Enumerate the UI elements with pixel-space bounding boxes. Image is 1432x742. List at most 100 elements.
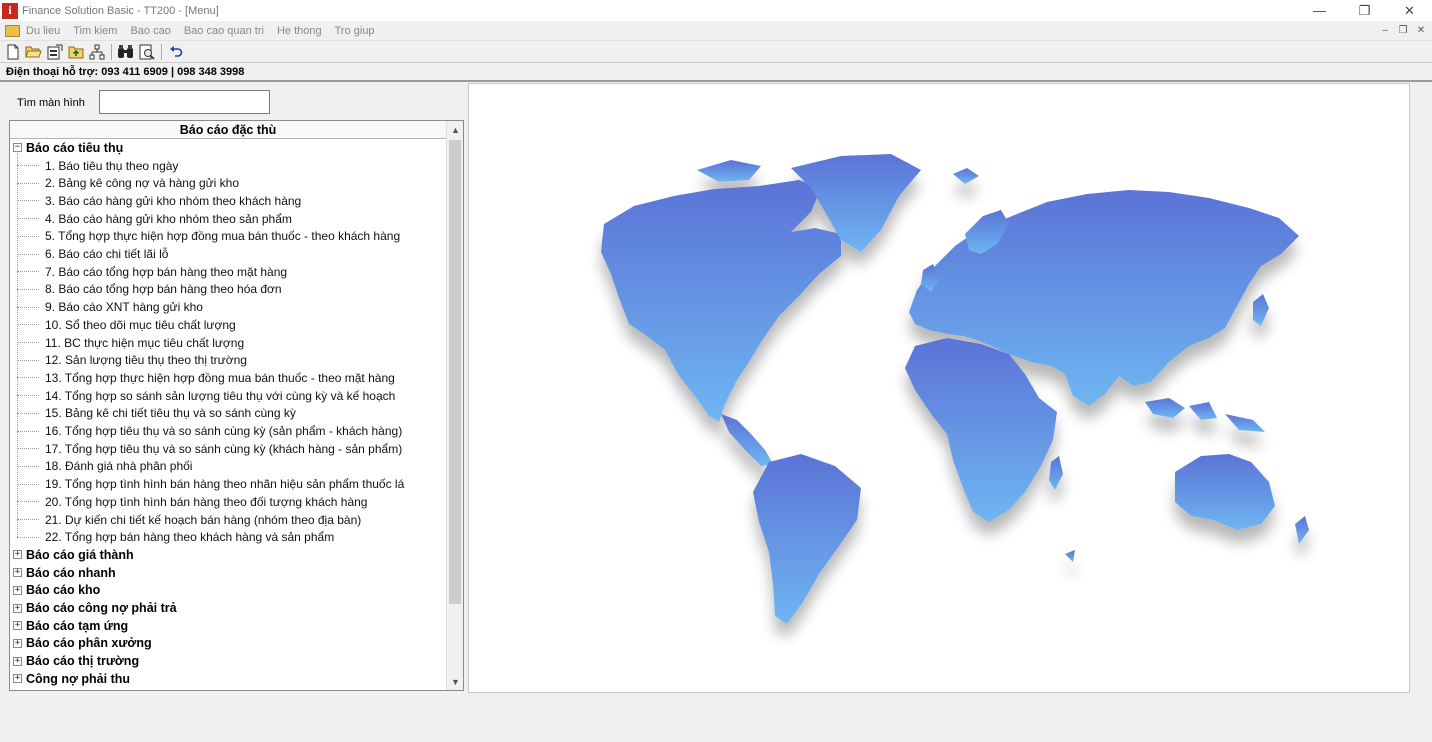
- tree-group[interactable]: + Báo cáo thị trường: [10, 652, 139, 670]
- tree-item-label: 8. Báo cáo tổng hợp bán hàng theo hóa đơ…: [45, 282, 282, 297]
- tree-connector: [17, 483, 39, 485]
- tree-item[interactable]: 14. Tổng hợp so sánh sản lượng tiêu thụ …: [10, 387, 395, 405]
- tree-connector: [17, 465, 39, 467]
- tree-item[interactable]: 22. Tổng hợp bán hàng theo khách hàng và…: [10, 528, 334, 546]
- search-input[interactable]: [99, 90, 270, 114]
- mdi-close-button[interactable]: ✕: [1414, 23, 1428, 37]
- tree-item[interactable]: 17. Tổng hợp tiêu thụ và so sánh cùng kỳ…: [10, 440, 402, 458]
- tree-group-bao-cao-tieu-thu[interactable]: − Báo cáo tiêu thụ: [10, 139, 123, 157]
- mdi-minimize-button[interactable]: –: [1378, 23, 1392, 37]
- menu-he-thong[interactable]: He thong: [277, 25, 322, 37]
- menu-bao-cao[interactable]: Bao cao: [130, 25, 170, 37]
- expander-icon[interactable]: +: [13, 674, 22, 684]
- tree-group[interactable]: + Báo cáo kho: [10, 582, 100, 600]
- menu-bao-cao-quan-tri[interactable]: Bao cao quan tri: [184, 25, 264, 37]
- tree-item-label: 20. Tổng hợp tình hình bán hàng theo đối…: [45, 494, 368, 509]
- tree-connector: [17, 235, 39, 237]
- tree-item[interactable]: 4. Báo cáo hàng gửi kho nhóm theo sản ph…: [10, 210, 292, 228]
- title-bar[interactable]: i Finance Solution Basic - TT200 - [Menu…: [0, 0, 1432, 21]
- tree-header[interactable]: Báo cáo đặc thù: [10, 121, 446, 139]
- mdi-restore-button[interactable]: ❐: [1396, 23, 1410, 37]
- divider: [0, 80, 1432, 82]
- menu-tim-kiem[interactable]: Tim kiem: [73, 25, 117, 37]
- tree-group[interactable]: + Báo cáo phân xưởng: [10, 635, 152, 653]
- expander-icon[interactable]: +: [13, 656, 22, 666]
- tree-item[interactable]: 21. Dự kiến chi tiết kế hoạch bán hàng (…: [10, 511, 361, 529]
- tree-connector: [17, 519, 39, 521]
- properties-icon[interactable]: [46, 43, 63, 60]
- tree-item[interactable]: 6. Báo cáo chi tiết lãi lỗ: [10, 245, 168, 263]
- expander-icon[interactable]: +: [13, 585, 22, 595]
- tree-item-label: 7. Báo cáo tổng hợp bán hàng theo mặt hà…: [45, 264, 288, 279]
- find-icon[interactable]: [117, 43, 134, 60]
- tree-item[interactable]: 20. Tổng hợp tình hình bán hàng theo đối…: [10, 493, 367, 511]
- expander-icon[interactable]: +: [13, 550, 22, 560]
- expander-icon[interactable]: +: [13, 603, 22, 613]
- tree-group-label: Báo cáo nhanh: [26, 565, 116, 580]
- tree-item[interactable]: 19. Tổng hợp tình hình bán hàng theo nhã…: [10, 475, 404, 493]
- window-controls: — ❐ ✕: [1297, 0, 1432, 21]
- tree-connector: [17, 448, 39, 450]
- mdi-controls: – ❐ ✕: [1378, 23, 1428, 37]
- tree-item[interactable]: 15. Bảng kê chi tiết tiêu thụ và so sánh…: [10, 405, 296, 423]
- tree-item[interactable]: 18. Đánh giá nhà phân phối: [10, 458, 192, 476]
- tree-item-label: 22. Tổng hợp bán hàng theo khách hàng và…: [45, 530, 335, 545]
- tree-item[interactable]: 16. Tổng hợp tiêu thụ và so sánh cùng kỳ…: [10, 422, 402, 440]
- folder-up-icon[interactable]: [67, 43, 84, 60]
- tree-item[interactable]: 2. Bảng kê công nợ và hàng gửi kho: [10, 174, 239, 192]
- world-map-image: [601, 154, 1309, 624]
- tree-group[interactable]: + Báo cáo giá thành: [10, 546, 134, 564]
- tree-item[interactable]: 7. Báo cáo tổng hợp bán hàng theo mặt hà…: [10, 263, 287, 281]
- tree-icon[interactable]: [88, 43, 105, 60]
- undo-icon[interactable]: [167, 43, 184, 60]
- tree-connector: [17, 536, 39, 538]
- tree-body: − Báo cáo tiêu thụ 1. Báo tiêu thụ theo ng…: [10, 139, 446, 690]
- restore-button[interactable]: ❐: [1342, 0, 1387, 21]
- minimize-button[interactable]: —: [1297, 0, 1342, 21]
- open-folder-icon[interactable]: [25, 43, 42, 60]
- tree-connector: [17, 200, 39, 202]
- tree-item-label: 9. Báo cáo XNT hàng gửi kho: [45, 300, 203, 315]
- tree-connector: [17, 324, 39, 326]
- menu-tro-giup[interactable]: Tro giup: [335, 25, 375, 37]
- menu-du-lieu[interactable]: Du lieu: [26, 25, 60, 37]
- tree-connector: [17, 412, 39, 414]
- new-file-icon[interactable]: [4, 43, 21, 60]
- tree-item-label: 13. Tổng hợp thực hiện hợp đồng mua bán …: [45, 370, 395, 385]
- tree-item[interactable]: 13. Tổng hợp thực hiện hợp đồng mua bán …: [10, 369, 395, 387]
- close-button[interactable]: ✕: [1387, 0, 1432, 21]
- tree-group[interactable]: + Báo cáo công nợ phải trả: [10, 599, 177, 617]
- tree-item-label: 15. Bảng kê chi tiết tiêu thụ và so sánh…: [45, 406, 296, 421]
- tree-item[interactable]: 8. Báo cáo tổng hợp bán hàng theo hóa đơ…: [10, 281, 282, 299]
- tree-group[interactable]: + Công nợ phải thu: [10, 670, 130, 688]
- expander-icon[interactable]: +: [13, 638, 22, 648]
- tree-item[interactable]: 11. BC thực hiện mục tiêu chất lượng: [10, 334, 244, 352]
- expander-icon[interactable]: +: [13, 621, 22, 631]
- tree-item-label: 10. Sổ theo dõi mục tiêu chất lượng: [45, 317, 236, 332]
- tree-connector: [17, 271, 39, 273]
- tree-item[interactable]: 12. Sản lượng tiêu thụ theo thị trường: [10, 351, 247, 369]
- tree-connector: [17, 395, 39, 397]
- world-map-panel: [468, 83, 1410, 693]
- expander-icon[interactable]: +: [13, 568, 22, 578]
- tree-item[interactable]: 1. Báo tiêu thụ theo ngày: [10, 157, 178, 175]
- search-label: Tìm màn hình: [17, 97, 85, 109]
- tree-connector: [17, 306, 39, 308]
- tree-item[interactable]: 10. Sổ theo dõi mục tiêu chất lượng: [10, 316, 236, 334]
- scroll-down-icon[interactable]: ▼: [447, 673, 463, 690]
- print-preview-icon[interactable]: [138, 43, 155, 60]
- report-tree: Báo cáo đặc thù − Báo cáo tiêu thụ 1. Báo …: [9, 120, 464, 691]
- tree-connector: [17, 165, 39, 167]
- tree-item[interactable]: 3. Báo cáo hàng gửi kho nhóm theo khách …: [10, 192, 301, 210]
- tree-item[interactable]: 9. Báo cáo XNT hàng gửi kho: [10, 298, 203, 316]
- tree-scrollbar[interactable]: ▲ ▼: [446, 121, 463, 690]
- tree-group[interactable]: + Báo cáo tạm ứng: [10, 617, 128, 635]
- tree-item[interactable]: 5. Tổng hợp thực hiện hợp đồng mua bán t…: [10, 228, 400, 246]
- tree-item-label: 19. Tổng hợp tình hình bán hàng theo nhã…: [45, 477, 405, 492]
- expander-icon[interactable]: −: [13, 143, 22, 153]
- tree-group[interactable]: + Báo cáo nhanh: [10, 564, 116, 582]
- tree-group-label: Báo cáo tạm ứng: [26, 618, 129, 633]
- scroll-up-icon[interactable]: ▲: [447, 121, 463, 138]
- folder-icon[interactable]: [5, 24, 20, 37]
- scroll-thumb[interactable]: [449, 140, 461, 604]
